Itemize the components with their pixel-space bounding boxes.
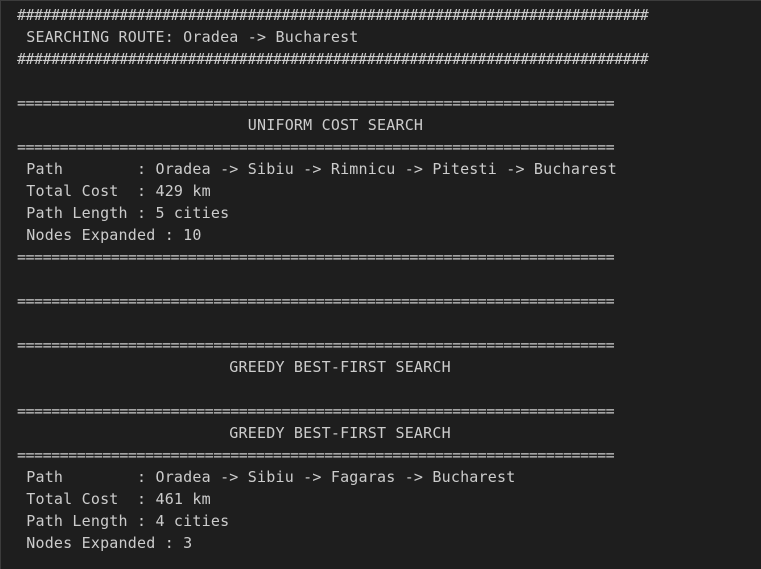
greedy-title-1: GREEDY BEST-FIRST SEARCH [17,358,451,376]
ucs-path: Path : Oradea -> Sibiu -> Rimnicu -> Pit… [17,160,617,178]
ucs-path-length: Path Length : 5 cities [17,204,230,222]
divider-greedy-mid: ========================================… [17,446,615,464]
greedy-title-2: GREEDY BEST-FIRST SEARCH [17,424,451,442]
divider-greedy-top-2: ========================================… [17,402,615,420]
ucs-total-cost: Total Cost : 429 km [17,182,211,200]
greedy-path: Path : Oradea -> Sibiu -> Fagaras -> Buc… [17,468,516,486]
greedy-total-cost: Total Cost : 461 km [17,490,211,508]
route-heading: SEARCHING ROUTE: Oradea -> Bucharest [17,28,359,46]
ucs-title: UNIFORM COST SEARCH [17,116,424,134]
hash-divider-top: ########################################… [17,6,649,24]
greedy-path-length: Path Length : 4 cities [17,512,230,530]
hash-divider-bottom: ########################################… [17,50,649,68]
greedy-nodes-expanded: Nodes Expanded : 3 [17,534,193,552]
terminal-output: ########################################… [0,0,761,569]
divider-ucs-mid: ========================================… [17,138,615,156]
divider-separator: ========================================… [17,292,615,310]
divider-greedy-top-1: ========================================… [17,336,615,354]
ucs-nodes-expanded: Nodes Expanded : 10 [17,226,202,244]
divider-ucs-bottom: ========================================… [17,248,615,266]
divider-ucs-top: ========================================… [17,94,615,112]
